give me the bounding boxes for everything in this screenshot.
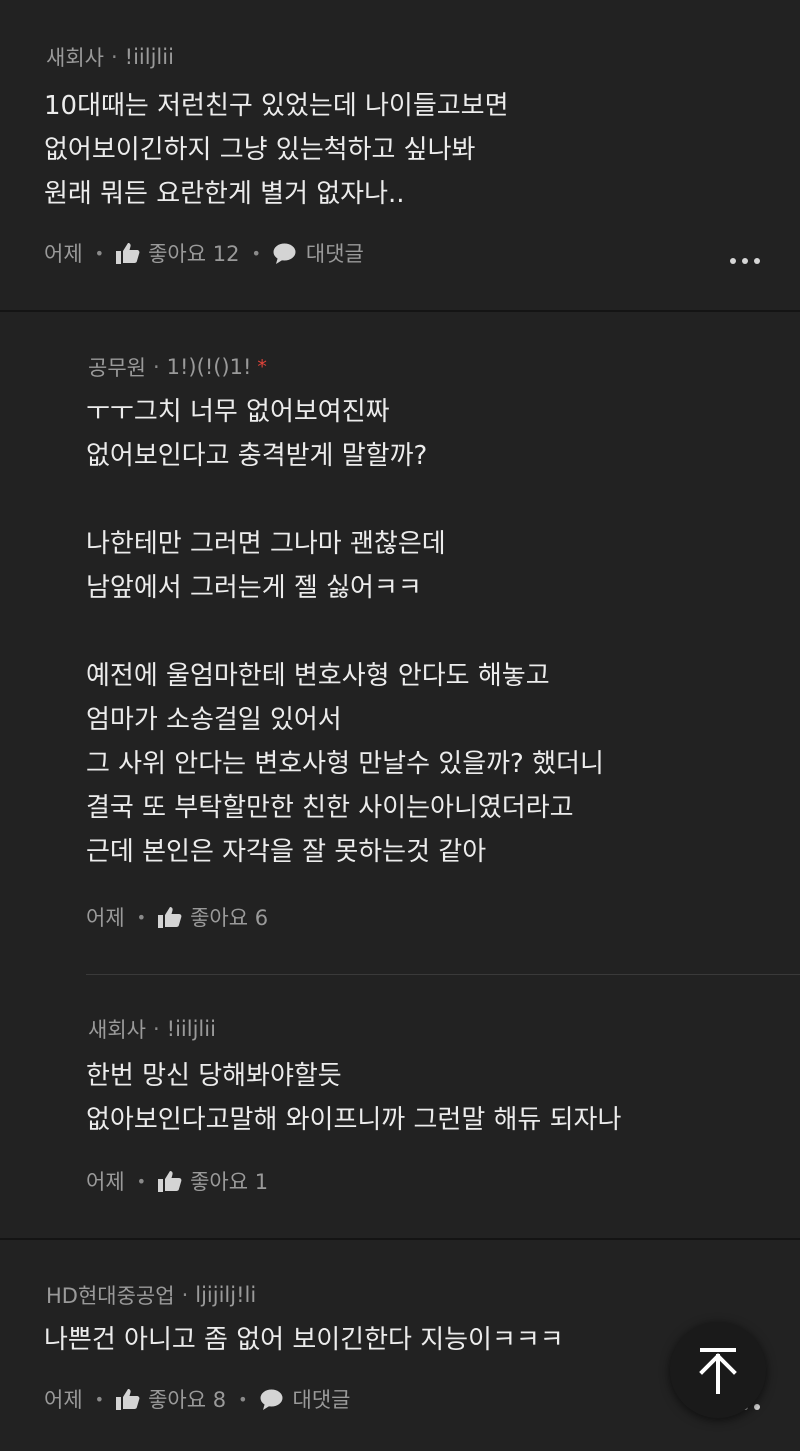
comment-time: 어제 (86, 906, 125, 930)
author-id: !iiljlii (166, 1017, 216, 1041)
reply-thread: 공무원 · 1!)(!()1! * ㅜㅜ그치 너무 없어보여진짜 없어보인다고 … (0, 312, 800, 1238)
comment-time: 어제 (44, 1388, 83, 1412)
comment-line: 한번 망신 당해봐야할듯 (86, 1061, 342, 1091)
author-id: 1!)(!()1! (166, 355, 252, 379)
reply-label: 대댓글 (292, 1388, 351, 1412)
thumbs-up-icon (158, 1171, 182, 1192)
speech-bubble-icon (273, 243, 296, 264)
comment-line: 없아보인다고말해 와이프니까 그런말 해듀 되자나 (86, 1105, 622, 1135)
comment-line: 원래 뭐든 요란한게 별거 없자나.. (44, 179, 405, 209)
like-button[interactable]: 좋아요 8 (116, 1384, 226, 1414)
separator-dot: • (251, 243, 261, 263)
like-count: 좋아요 8 (148, 1388, 227, 1412)
author-name[interactable]: 공무원 (88, 352, 146, 382)
like-count: 좋아요 12 (148, 242, 240, 266)
comment-line: 나한테만 그러면 그나마 괜찮은데 (86, 529, 446, 559)
comment-author-row: 공무원 · 1!)(!()1! * (88, 352, 267, 382)
comment-line: 결국 또 부탁할만한 친한 사이는아니였더라고 (86, 793, 574, 823)
comment-meta: 어제 • 좋아요 12 • 대댓글 (44, 238, 364, 268)
author-id: !iiljlii (124, 45, 174, 69)
comment-time: 어제 (86, 1170, 125, 1194)
separator-dot: • (238, 1389, 248, 1409)
comment-line: 예전에 울엄마한테 변호사형 안다도 해놓고 (86, 661, 550, 691)
comment-meta: 어제 • 좋아요 1 (86, 1166, 268, 1196)
comment-line: 엄마가 소송걸일 있어서 (86, 705, 342, 735)
reply-label: 대댓글 (305, 242, 364, 266)
separator-dot: • (136, 907, 147, 927)
comment-body: 나쁜건 아니고 좀 없어 보이긴한다 지능이ㅋㅋㅋ (44, 1318, 564, 1362)
comment-line: 그 사위 안다는 변호사형 만날수 있을까? 했더니 (86, 749, 604, 779)
reply-button[interactable]: 대댓글 (273, 238, 364, 268)
comment-line: 근데 본인은 자각을 잘 못하는것 같아 (86, 837, 487, 867)
new-badge: * (257, 356, 267, 378)
comment-line: 없어보이긴하지 그냥 있는척하고 싶나봐 (44, 135, 476, 165)
separator-dot: • (136, 1171, 147, 1191)
separator-dot: · (152, 1017, 160, 1041)
separator-dot: • (94, 243, 105, 263)
like-button[interactable]: 좋아요 1 (158, 1166, 268, 1196)
comment-line: ㅜㅜ그치 너무 없어보여진짜 (86, 397, 390, 427)
comment-meta: 어제 • 좋아요 6 (86, 902, 268, 932)
arrow-up-icon (699, 1348, 737, 1394)
comment-meta: 어제 • 좋아요 8 • 대댓글 (44, 1384, 350, 1414)
more-dots-icon[interactable] (730, 258, 760, 264)
like-count: 좋아요 6 (190, 906, 269, 930)
scroll-top-button[interactable] (670, 1322, 766, 1418)
separator-dot: · (152, 355, 160, 379)
comment-time: 어제 (44, 242, 83, 266)
reply-button[interactable]: 대댓글 (260, 1384, 351, 1414)
thumbs-up-icon (158, 907, 182, 928)
separator-dot: • (94, 1389, 105, 1409)
thumbs-up-icon (116, 243, 140, 264)
reply-divider (86, 974, 800, 975)
author-id: ljijilj!li (195, 1283, 257, 1307)
like-button[interactable]: 좋아요 6 (158, 902, 268, 932)
author-name[interactable]: 새회사 (46, 42, 104, 72)
comment-body: 한번 망신 당해봐야할듯 없아보인다고말해 와이프니까 그런말 해듀 되자나 (86, 1054, 621, 1142)
comment-author-row: 새회사 · !iiljlii (46, 42, 174, 72)
thumbs-up-icon (116, 1389, 140, 1410)
like-button[interactable]: 좋아요 12 (116, 238, 239, 268)
comment-line: 10대때는 저런친구 있었는데 나이들고보면 (44, 91, 509, 121)
like-count: 좋아요 1 (190, 1170, 269, 1194)
separator-dot: · (110, 45, 118, 69)
comment-line: 남앞에서 그러는게 젤 싫어ㅋㅋ (86, 573, 422, 603)
comment-author-row: HD현대중공업 · ljijilj!li (46, 1280, 256, 1310)
comment-body: ㅜㅜ그치 너무 없어보여진짜 없어보인다고 충격받게 말할까? 나한테만 그러면… (86, 390, 604, 874)
comment-body: 10대때는 저런친구 있었는데 나이들고보면 없어보이긴하지 그냥 있는척하고 … (44, 84, 509, 216)
speech-bubble-icon (260, 1389, 283, 1410)
author-name[interactable]: HD현대중공업 (46, 1280, 175, 1310)
comment-card: 새회사 · !iiljlii 10대때는 저런친구 있었는데 나이들고보면 없어… (0, 0, 800, 310)
comment-line: 없어보인다고 충격받게 말할까? (86, 441, 428, 471)
comment-author-row: 새회사 · !iiljlii (88, 1014, 216, 1044)
separator-dot: · (181, 1283, 189, 1307)
author-name[interactable]: 새회사 (88, 1014, 146, 1044)
comment-line: 나쁜건 아니고 좀 없어 보이긴한다 지능이ㅋㅋㅋ (44, 1325, 564, 1355)
